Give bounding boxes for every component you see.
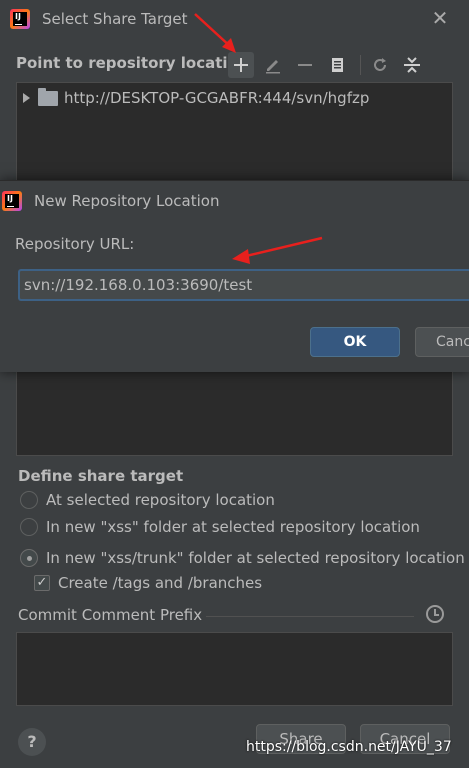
separator-line (206, 616, 414, 617)
radio-button-checked[interactable] (20, 549, 38, 567)
radio-button[interactable] (20, 491, 38, 509)
edit-icon[interactable] (260, 52, 286, 78)
intellij-app-icon: IJ (2, 191, 22, 211)
checkbox-checked[interactable]: ✓ (34, 575, 50, 591)
repository-tree[interactable]: http://DESKTOP-GCGABFR:444/svn/hgfzp (16, 82, 453, 182)
tree-node[interactable]: http://DESKTOP-GCGABFR:444/svn/hgfzp (21, 87, 369, 109)
tree-node-label: http://DESKTOP-GCGABFR:444/svn/hgfzp (64, 89, 370, 107)
remove-icon[interactable] (292, 52, 318, 78)
radio-label: At selected repository location (46, 491, 275, 509)
inner-dialog-title: New Repository Location (34, 192, 220, 210)
radio-label: In new "xss" folder at selected reposito… (46, 518, 420, 536)
option-new-trunk-folder[interactable]: In new "xss/trunk" folder at selected re… (20, 547, 465, 569)
repository-url-label: Repository URL: (15, 235, 135, 253)
toolbar-separator (360, 55, 361, 75)
ok-button[interactable]: OK (310, 327, 400, 357)
commit-prefix-textarea[interactable] (16, 632, 453, 706)
history-icon[interactable] (426, 605, 444, 623)
share-target-title: Define share target (18, 467, 184, 485)
radio-label: In new "xss/trunk" folder at selected re… (46, 549, 465, 567)
repository-url-input[interactable] (18, 269, 469, 301)
collapse-all-icon[interactable] (399, 52, 425, 78)
radio-button[interactable] (20, 518, 38, 536)
folder-icon (38, 87, 58, 106)
checkbox-label: Create /tags and /branches (58, 574, 263, 592)
outer-titlebar: IJ Select Share Target (0, 0, 469, 38)
dialog-title: Select Share Target (42, 10, 188, 28)
commit-prefix-label: Commit Comment Prefix (18, 606, 203, 624)
watermark: https://blog.csdn.net/JAYU_37 (246, 739, 452, 755)
repository-tree-lower[interactable] (16, 372, 453, 456)
intellij-app-icon: IJ (10, 9, 30, 29)
repository-toolbar (228, 52, 431, 78)
refresh-icon[interactable] (367, 52, 393, 78)
create-tags-option[interactable]: ✓ Create /tags and /branches (34, 572, 262, 594)
inner-titlebar: IJ New Repository Location (0, 181, 469, 221)
option-selected-location[interactable]: At selected repository location (20, 489, 275, 511)
add-icon[interactable] (228, 52, 254, 78)
help-button[interactable]: ? (18, 728, 46, 756)
expand-arrow-icon[interactable] (23, 93, 30, 103)
new-repository-dialog: IJ New Repository Location Repository UR… (0, 180, 469, 372)
copy-icon[interactable] (324, 52, 350, 78)
option-new-folder[interactable]: In new "xss" folder at selected reposito… (20, 516, 420, 538)
close-icon[interactable]: ✕ (431, 8, 449, 28)
repository-section-label: Point to repository location (16, 54, 249, 72)
inner-cancel-button[interactable]: Cancel (415, 327, 469, 357)
